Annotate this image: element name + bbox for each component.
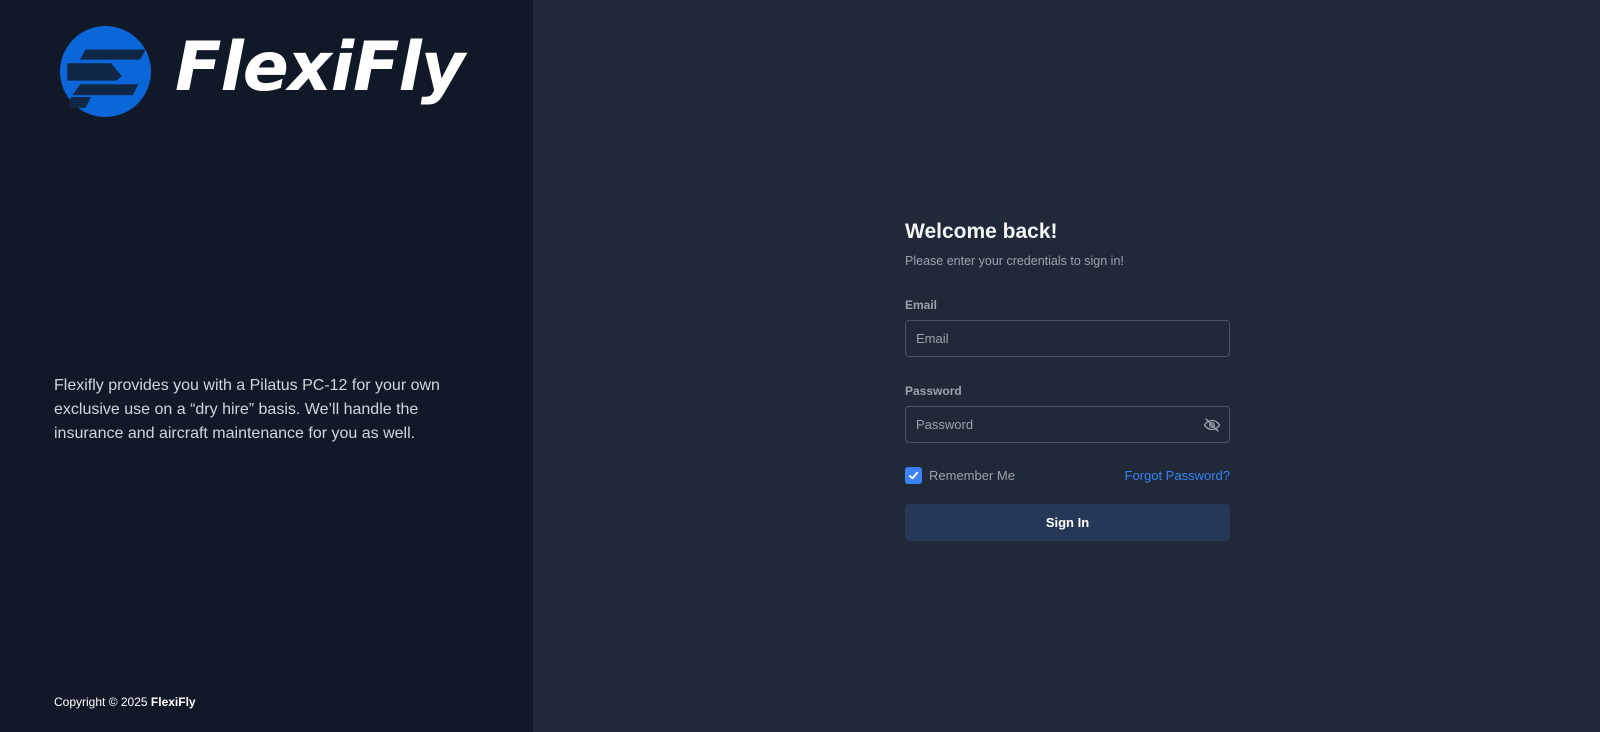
form-panel: Welcome back! Please enter your credenti… xyxy=(533,0,1600,732)
password-input[interactable] xyxy=(905,406,1230,443)
toggle-password-visibility-button[interactable] xyxy=(1202,415,1222,435)
eye-off-icon xyxy=(1203,418,1221,432)
brand-panel: FlexiFly Flexifly provides you with a Pi… xyxy=(0,0,533,732)
copyright-brand: FlexiFly xyxy=(150,695,196,709)
remember-me-label: Remember Me xyxy=(929,468,1015,483)
copyright-prefix: Copyright © 2025 xyxy=(54,695,148,709)
brand-tagline: Flexifly provides you with a Pilatus PC-… xyxy=(54,377,440,442)
brand-name: FlexiFly xyxy=(175,27,465,107)
form-subtitle: Please enter your credentials to sign in… xyxy=(905,254,1124,268)
flexifly-logo-icon xyxy=(60,26,151,117)
sign-in-button[interactable]: Sign In xyxy=(905,504,1230,541)
checkmark-icon xyxy=(908,471,919,480)
email-label: Email xyxy=(905,298,938,312)
login-page: FlexiFly Flexifly provides you with a Pi… xyxy=(0,0,1600,732)
forgot-password-link[interactable]: Forgot Password? xyxy=(1125,468,1231,483)
remember-me-control[interactable]: Remember Me xyxy=(905,467,1015,484)
password-label: Password xyxy=(905,384,962,398)
email-input[interactable] xyxy=(905,320,1230,357)
brand-logo: FlexiFly xyxy=(60,26,465,117)
sign-in-form: Welcome back! Please enter your credenti… xyxy=(905,219,1230,541)
password-field-wrapper xyxy=(905,406,1230,443)
copyright: Copyright © 2025 FlexiFly xyxy=(54,695,196,709)
form-options-row: Remember Me Forgot Password? xyxy=(905,467,1230,484)
email-field-wrapper xyxy=(905,320,1230,357)
remember-me-checkbox[interactable] xyxy=(905,467,922,484)
form-title: Welcome back! xyxy=(905,220,1058,243)
